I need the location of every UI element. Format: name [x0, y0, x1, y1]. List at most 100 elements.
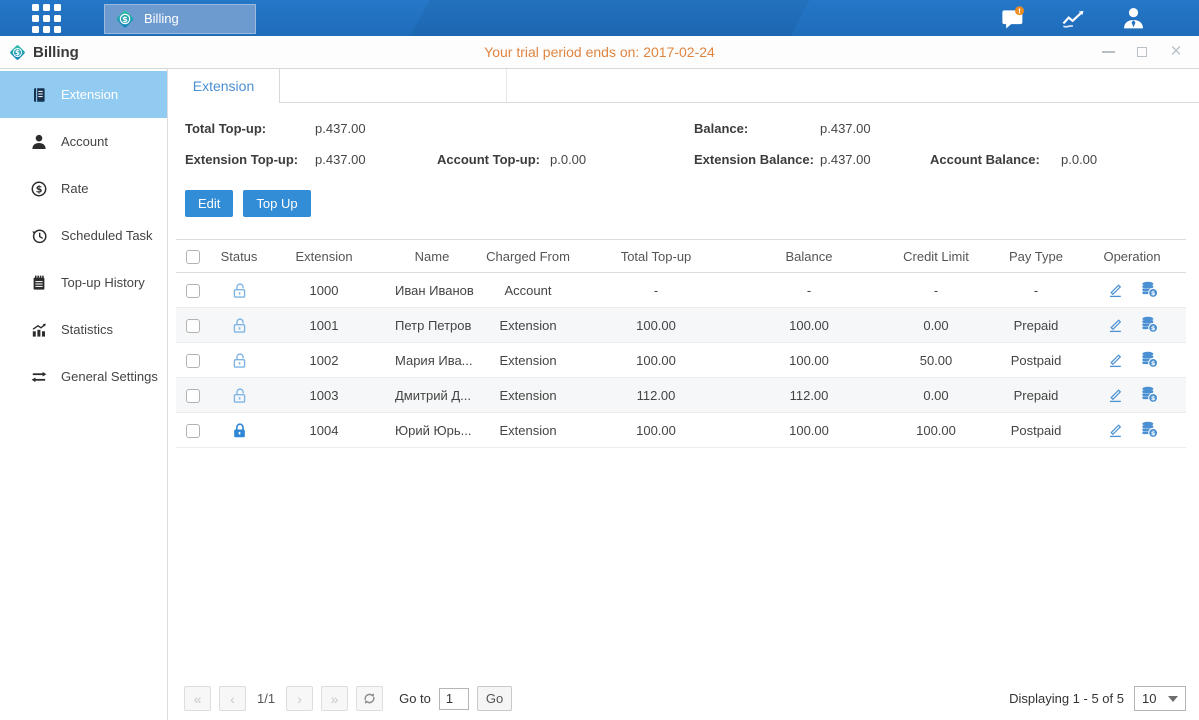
edit-button[interactable]: Edit — [185, 190, 233, 217]
minimize-button[interactable] — [1101, 45, 1115, 59]
cell-name: Мария Ива... — [380, 343, 484, 378]
topup-coins-icon[interactable]: $ — [1140, 280, 1158, 301]
maximize-button[interactable] — [1135, 45, 1149, 59]
next-page-button[interactable]: › — [286, 686, 313, 711]
cell-total-topup: 112.00 — [572, 378, 740, 413]
sidebar-item-scheduled-task[interactable]: Scheduled Task — [0, 212, 167, 259]
ledger-icon — [30, 86, 48, 104]
refresh-button[interactable] — [356, 686, 383, 711]
cell-pay-type: Postpaid — [994, 413, 1078, 448]
topup-coins-icon[interactable]: $ — [1140, 350, 1158, 371]
svg-text:$: $ — [1151, 325, 1155, 332]
notepad-icon — [30, 274, 48, 292]
apps-grid-icon[interactable] — [32, 4, 61, 33]
extension-balance-label: Extension Balance: — [694, 152, 820, 167]
last-page-button[interactable]: » — [321, 686, 348, 711]
sidebar-item-label: Extension — [61, 87, 118, 102]
cell-extension: 1003 — [268, 378, 380, 413]
select-all-checkbox[interactable] — [186, 250, 200, 264]
prev-page-button[interactable]: ‹ — [219, 686, 246, 711]
extension-topup-value: p.437.00 — [315, 152, 437, 167]
svg-text:!: ! — [1018, 7, 1021, 15]
cell-balance: - — [740, 273, 878, 308]
cell-charged-from: Extension — [484, 308, 572, 343]
sidebar: Extension Account $ Rate — [0, 69, 168, 720]
first-page-button[interactable]: « — [184, 686, 211, 711]
row-checkbox[interactable] — [186, 354, 200, 368]
sidebar-item-account[interactable]: Account — [0, 118, 167, 165]
chart-icon — [30, 321, 48, 339]
svg-text:$: $ — [36, 184, 43, 195]
edit-pencil-icon[interactable] — [1106, 280, 1124, 301]
col-credit-limit: Credit Limit — [878, 240, 994, 273]
cell-credit-limit: 0.00 — [878, 378, 994, 413]
sidebar-item-rate[interactable]: $ Rate — [0, 165, 167, 212]
sidebar-item-general-settings[interactable]: General Settings — [0, 353, 167, 400]
tab-extension[interactable]: Extension — [168, 69, 280, 103]
unlocked-icon — [231, 281, 248, 296]
topup-coins-icon[interactable]: $ — [1140, 385, 1158, 406]
cell-pay-type: Postpaid — [994, 343, 1078, 378]
cell-total-topup: 100.00 — [572, 308, 740, 343]
unlocked-icon — [231, 316, 248, 331]
tabstrip-rest — [507, 69, 1199, 103]
row-checkbox[interactable] — [186, 424, 200, 438]
tabstrip-spacer — [280, 69, 507, 103]
cell-extension: 1002 — [268, 343, 380, 378]
sidebar-item-label: Statistics — [61, 322, 113, 337]
unlocked-icon — [231, 351, 248, 366]
svg-text:$: $ — [1151, 360, 1155, 367]
total-topup-value: p.437.00 — [315, 121, 366, 136]
cell-charged-from: Extension — [484, 343, 572, 378]
window-titlebar: $ Billing Your trial period ends on: 201… — [0, 36, 1199, 69]
col-operation: Operation — [1078, 240, 1186, 273]
tabstrip: Extension — [168, 69, 1199, 103]
edit-pencil-icon[interactable] — [1106, 315, 1124, 336]
goto-page-input[interactable] — [439, 688, 469, 710]
notifications-icon[interactable]: ! — [999, 6, 1027, 30]
coin-icon: $ — [30, 180, 48, 198]
main-content: Extension Total Top-up: p.437.00 Extensi… — [168, 69, 1199, 720]
col-total-topup: Total Top-up — [572, 240, 740, 273]
billing-window-icon: $ — [8, 43, 27, 62]
close-button[interactable]: × — [1169, 45, 1183, 59]
sidebar-item-label: Rate — [61, 181, 88, 196]
sidebar-item-extension[interactable]: Extension — [0, 71, 167, 118]
cell-balance: 100.00 — [740, 343, 878, 378]
app-tab-label: Billing — [144, 11, 179, 26]
sidebar-item-topup-history[interactable]: Top-up History — [0, 259, 167, 306]
window-title: Billing — [33, 44, 79, 61]
displaying-info: Displaying 1 - 5 of 5 — [1009, 691, 1124, 706]
person-icon — [30, 133, 48, 151]
page-size-select[interactable]: 10 — [1134, 686, 1186, 711]
billing-app-tab[interactable]: $ Billing — [104, 4, 256, 34]
user-account-icon[interactable] — [1119, 6, 1147, 30]
cell-pay-type: Prepaid — [994, 308, 1078, 343]
unlocked-icon — [231, 386, 248, 401]
row-checkbox[interactable] — [186, 284, 200, 298]
row-checkbox[interactable] — [186, 389, 200, 403]
topup-coins-icon[interactable]: $ — [1140, 420, 1158, 441]
cell-total-topup: - — [572, 273, 740, 308]
topup-coins-icon[interactable]: $ — [1140, 315, 1158, 336]
topup-button[interactable]: Top Up — [243, 190, 310, 217]
page-info: 1/1 — [257, 691, 275, 706]
sidebar-item-statistics[interactable]: Statistics — [0, 306, 167, 353]
cell-name: Юрий Юрь... — [380, 413, 484, 448]
cell-charged-from: Extension — [484, 413, 572, 448]
row-checkbox[interactable] — [186, 319, 200, 333]
cell-name: Дмитрий Д... — [380, 378, 484, 413]
go-button[interactable]: Go — [477, 686, 512, 711]
account-topup-value: p.0.00 — [550, 152, 586, 167]
edit-pencil-icon[interactable] — [1106, 420, 1124, 441]
edit-pencil-icon[interactable] — [1106, 350, 1124, 371]
col-name: Name — [380, 240, 484, 273]
edit-pencil-icon[interactable] — [1106, 385, 1124, 406]
cell-credit-limit: 100.00 — [878, 413, 994, 448]
account-topup-label: Account Top-up: — [437, 152, 550, 167]
account-balance-value: p.0.00 — [1061, 152, 1097, 167]
cell-total-topup: 100.00 — [572, 343, 740, 378]
resource-monitor-icon[interactable] — [1059, 6, 1087, 30]
table-row: 1002 Мария Ива... Extension 100.00 100.0… — [176, 343, 1186, 378]
extensions-table: Status Extension Name Charged From Total… — [176, 239, 1186, 448]
